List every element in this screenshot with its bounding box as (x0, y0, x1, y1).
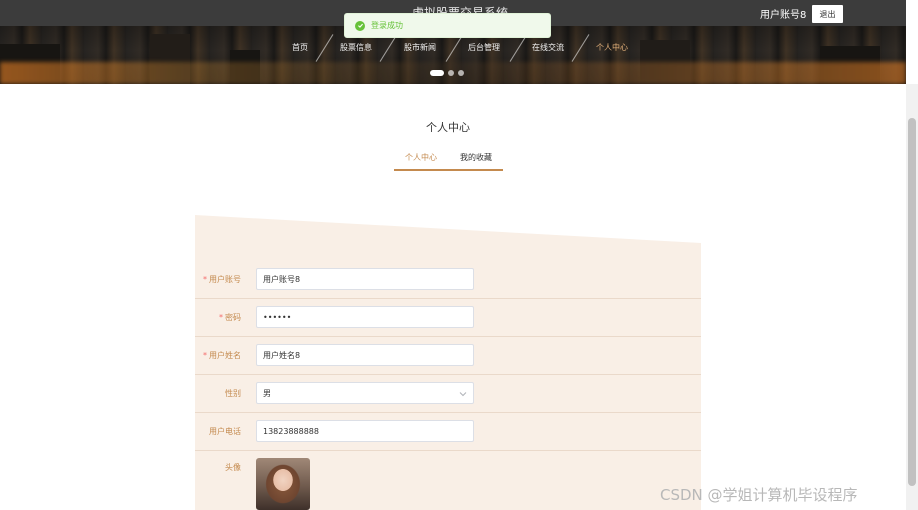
success-toast: 登录成功 (344, 13, 551, 38)
tabs-underline (394, 169, 503, 171)
nav-item-chat[interactable]: 在线交流 (526, 36, 570, 60)
nav-item-stocks[interactable]: 股票信息 (334, 36, 378, 60)
gender-select[interactable]: 男 (256, 382, 474, 404)
gender-label: 性别 (225, 389, 241, 398)
avatar-image[interactable] (256, 458, 310, 510)
carousel-dot[interactable] (448, 70, 454, 76)
phone-label: 用户电话 (209, 427, 241, 436)
nav-separator (315, 34, 334, 62)
carousel-dot[interactable] (430, 70, 444, 76)
page-scrollbar[interactable] (906, 84, 918, 510)
current-user-name: 用户账号8 (760, 10, 807, 21)
form-row-gender: 性别 男 (195, 375, 701, 413)
form-row-name: * 用户姓名 (195, 337, 701, 375)
nav-item-admin[interactable]: 后台管理 (462, 36, 506, 60)
nav-separator (445, 34, 464, 62)
required-mark: * (219, 313, 223, 322)
tab-favorites[interactable]: 我的收藏 (449, 148, 503, 168)
watermark: CSDN @学姐计算机毕设程序 (660, 486, 858, 504)
name-input[interactable] (256, 344, 474, 366)
nav-separator (379, 34, 398, 62)
avatar-label: 头像 (225, 463, 241, 472)
nav-item-news[interactable]: 股市新闻 (398, 36, 442, 60)
profile-tabs: 个人中心 我的收藏 (394, 148, 503, 171)
nav-separator (509, 34, 528, 62)
tab-profile[interactable]: 个人中心 (394, 148, 448, 168)
success-check-icon (355, 20, 365, 31)
nav-item-profile[interactable]: 个人中心 (590, 36, 634, 60)
form-row-account: * 用户账号 (195, 261, 701, 299)
nav-item-home[interactable]: 首页 (282, 36, 318, 60)
required-mark: * (203, 351, 207, 360)
phone-input[interactable] (256, 420, 474, 442)
form-row-password: * 密码 (195, 299, 701, 337)
account-label: * 用户账号 (203, 275, 241, 284)
required-mark: * (203, 275, 207, 284)
account-input[interactable] (256, 268, 474, 290)
form-row-phone: 用户电话 (195, 413, 701, 451)
toast-message: 登录成功 (371, 21, 403, 30)
nav-separator (571, 34, 590, 62)
scrollbar-thumb[interactable] (908, 118, 916, 486)
logout-button[interactable]: 退出 (812, 5, 843, 23)
gender-selected-value: 男 (263, 388, 271, 398)
chevron-down-icon (459, 392, 467, 397)
name-label: * 用户姓名 (203, 351, 241, 360)
password-input[interactable] (256, 306, 474, 328)
password-label: * 密码 (219, 313, 241, 322)
page-title: 个人中心 (426, 121, 470, 134)
carousel-dot[interactable] (458, 70, 464, 76)
